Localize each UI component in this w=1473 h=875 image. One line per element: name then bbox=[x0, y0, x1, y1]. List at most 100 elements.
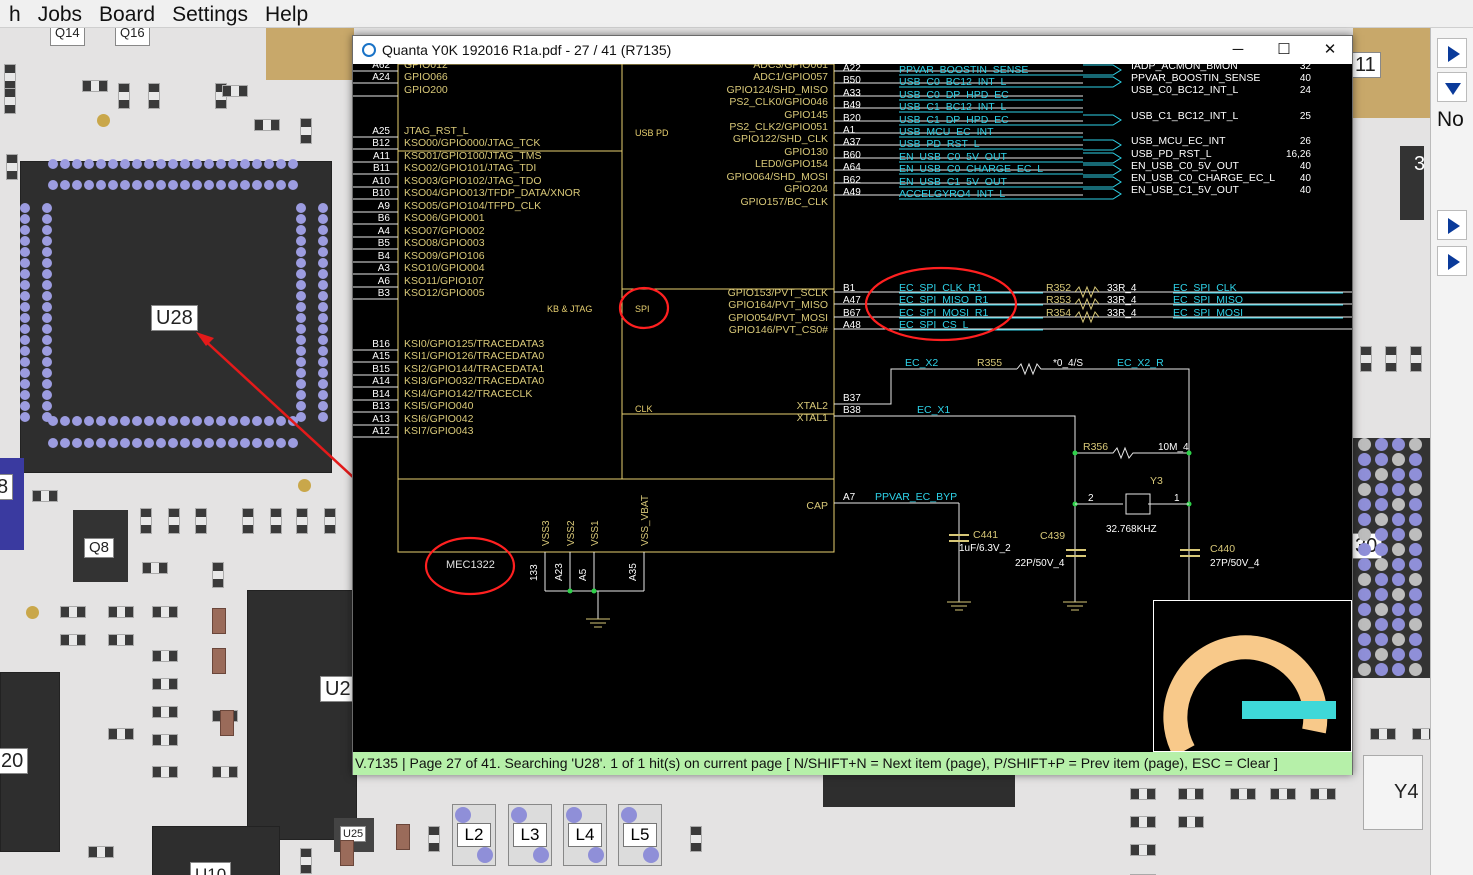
offpage-net-label: USB_PD_RST_L bbox=[1131, 148, 1212, 160]
pin-number: A33 bbox=[843, 88, 861, 99]
junction-dot bbox=[1186, 450, 1192, 456]
net-label: EC_SPI_MOSI_R1 bbox=[899, 307, 988, 319]
pin-number: 133 bbox=[529, 564, 540, 581]
resistor-ref: R354 bbox=[1046, 307, 1071, 319]
offpage-page-ref: 40 bbox=[1300, 73, 1312, 84]
logo-icon bbox=[1163, 635, 1336, 757]
pin-number: B60 bbox=[843, 150, 861, 161]
pin-number: B4 bbox=[378, 251, 391, 262]
pin-name: VSS2 bbox=[566, 520, 577, 546]
pin-number: A37 bbox=[843, 137, 861, 148]
minimize-button[interactable]: ─ bbox=[1215, 36, 1261, 64]
app-logo-overlay bbox=[1153, 600, 1352, 757]
net-label: EN_USB_C0_5V_OUT bbox=[899, 151, 1008, 163]
resistor-value: 33R_4 bbox=[1107, 308, 1137, 319]
pin-number: A47 bbox=[843, 295, 861, 306]
offpage-page-ref: 24 bbox=[1300, 85, 1312, 96]
pin-number: A12 bbox=[372, 426, 390, 437]
pin-name: KSI7/GPIO043 bbox=[404, 425, 474, 437]
offpage-connector bbox=[1083, 164, 1122, 176]
pdf-viewer-window[interactable]: Quanta Y0K 192016 R1a.pdf - 27 / 41 (R71… bbox=[352, 35, 1353, 775]
pin-number: 1 bbox=[1174, 493, 1180, 504]
pin-name: GPIO153/PVT_SCLK bbox=[728, 287, 828, 299]
resistor-value: 10M_4 bbox=[1158, 442, 1189, 453]
pin-number: B16 bbox=[372, 339, 390, 350]
net-label: USB_C1_BC12_INT_L bbox=[899, 101, 1007, 113]
net-label: USB_C0_BC12_INT_L bbox=[899, 76, 1007, 88]
part-ref: C439 bbox=[1040, 530, 1065, 542]
pin-number: B12 bbox=[372, 138, 390, 149]
pin-number: A3 bbox=[378, 263, 391, 274]
offpage-connector bbox=[1083, 188, 1122, 200]
crystal-symbol bbox=[1125, 493, 1151, 515]
maximize-button[interactable]: ☐ bbox=[1261, 36, 1307, 64]
pin-number: B13 bbox=[372, 401, 390, 412]
pin-number: B10 bbox=[372, 188, 390, 199]
section-label-usb-pd: USB PD bbox=[635, 128, 669, 138]
pin-name: KSI6/GPIO042 bbox=[404, 413, 474, 425]
pin-number: B38 bbox=[843, 405, 861, 416]
offpage-page-ref: 25 bbox=[1300, 111, 1312, 122]
pin-name: KSO08/GPIO003 bbox=[404, 237, 485, 249]
pin-name: GPIO064/SHD_MOSI bbox=[726, 171, 828, 183]
pin-number: A10 bbox=[372, 176, 390, 187]
offpage-net-label: USB_C0_BC12_INT_L bbox=[1131, 84, 1239, 96]
offpage-page-ref: 40 bbox=[1300, 161, 1312, 172]
pin-name: VSS_VBAT bbox=[640, 495, 651, 546]
pin-number: A14 bbox=[372, 376, 390, 387]
part-value: 27P/50V_4 bbox=[1210, 558, 1260, 569]
net-label: EC_SPI_MISO bbox=[1173, 294, 1243, 306]
pin-name: KSO05/GPIO104/TFPD_CLK bbox=[404, 200, 541, 212]
section-label-kb-jtag: KB & JTAG bbox=[547, 304, 592, 314]
pin-name: KSO04/GPIO013/TFDP_DATA/XNOR bbox=[404, 187, 581, 199]
pin-number: A5 bbox=[578, 568, 589, 581]
offpage-page-ref: 16,26 bbox=[1286, 149, 1311, 160]
offpage-net-label: EN_USB_C1_5V_OUT bbox=[1131, 184, 1240, 196]
pin-name: GPIO054/PVT_MOSI bbox=[728, 312, 828, 324]
net-label: USB_PD_RST_L bbox=[899, 138, 980, 150]
offpage-connector bbox=[1083, 114, 1122, 126]
section-label-clk: CLK bbox=[635, 404, 653, 414]
pin-number: B15 bbox=[372, 364, 390, 375]
pin-number: B5 bbox=[378, 238, 391, 249]
net-label: EC_SPI_CLK_R1 bbox=[899, 282, 982, 294]
offpage-connector bbox=[1083, 152, 1122, 164]
window-title: Quanta Y0K 192016 R1a.pdf - 27 / 41 (R71… bbox=[382, 42, 672, 58]
clk-wire bbox=[863, 368, 1017, 405]
pin-number: A11 bbox=[373, 151, 390, 162]
annotation-arrow-head bbox=[196, 332, 214, 346]
net-label: EN_USB_C1_5V_OUT bbox=[899, 176, 1008, 188]
resistor-ref: R352 bbox=[1046, 282, 1071, 294]
offpage-page-ref: 40 bbox=[1300, 173, 1312, 184]
pin-number: B6 bbox=[378, 213, 391, 224]
pin-name: KSO00/GPIO000/JTAG_TCK bbox=[404, 137, 540, 149]
pin-number: B20 bbox=[843, 113, 861, 124]
pin-name: GPIO204 bbox=[784, 183, 828, 195]
pin-name: GPIO012 bbox=[404, 64, 448, 71]
pin-number: B11 bbox=[373, 163, 390, 174]
pin-number: A1 bbox=[843, 125, 856, 136]
net-label: EC_SPI_MOSI bbox=[1173, 307, 1243, 319]
pin-number: A49 bbox=[843, 187, 861, 198]
net-label: PPVAR_EC_BYP bbox=[875, 491, 957, 503]
net-label: EC_X2 bbox=[905, 357, 938, 369]
resistor-value: 33R_4 bbox=[1107, 283, 1137, 294]
pin-name: KSI4/GPIO142/TRACECLK bbox=[404, 388, 532, 400]
pin-name: GPIO164/PVT_MISO bbox=[728, 299, 828, 311]
close-button[interactable]: ✕ bbox=[1307, 36, 1353, 64]
pin-name: KSI0/GPIO125/TRACEDATA3 bbox=[404, 338, 544, 350]
junction-dot bbox=[567, 588, 573, 594]
pin-number: A24 bbox=[372, 72, 390, 83]
pin-name: GPIO124/SHD_MISO bbox=[726, 84, 828, 96]
offpage-connector bbox=[1083, 64, 1122, 76]
pin-name: KSO07/GPIO002 bbox=[404, 225, 485, 237]
offpage-page-ref: 26 bbox=[1300, 136, 1312, 147]
pin-name: GPIO157/BC_CLK bbox=[740, 196, 828, 208]
pin-number: A6 bbox=[378, 276, 391, 287]
pin-name: ADC1/GPIO057 bbox=[753, 71, 828, 83]
part-value: 22P/50V_4 bbox=[1015, 558, 1065, 569]
window-titlebar[interactable]: Quanta Y0K 192016 R1a.pdf - 27 / 41 (R71… bbox=[353, 36, 1352, 64]
offpage-net-label: USB_MCU_EC_INT bbox=[1131, 135, 1226, 147]
net-label: ACCELGYRO4_INT_L bbox=[899, 188, 1005, 200]
offpage-net-label: IADP_ACMON_BMON bbox=[1131, 64, 1238, 72]
